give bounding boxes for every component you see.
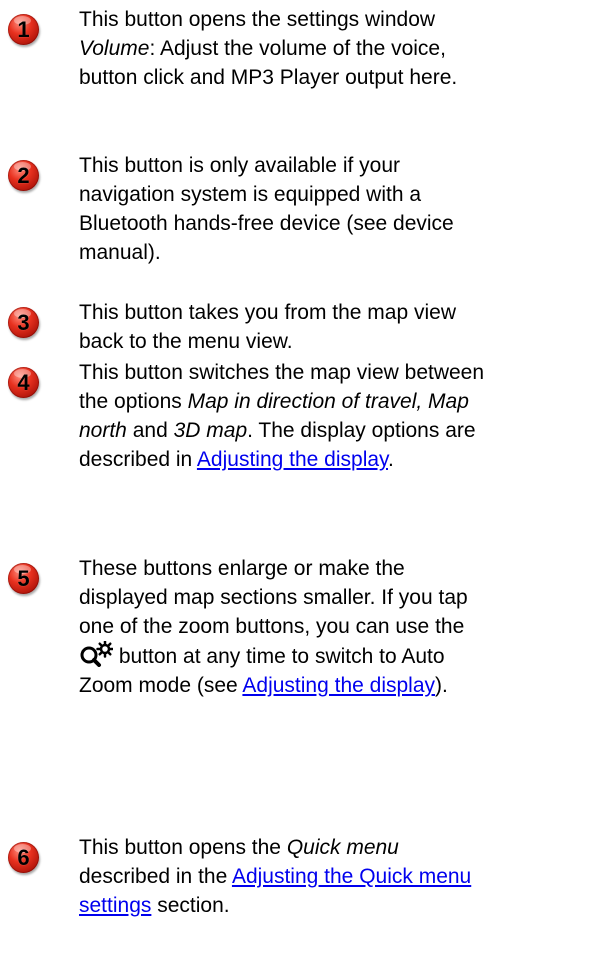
adjusting-display-link[interactable]: Adjusting the display — [242, 674, 435, 697]
item-description: This button opens the settings window Vo… — [79, 5, 587, 92]
line: back to the menu view. — [79, 330, 293, 353]
item-description: This button switches the map view betwee… — [79, 358, 587, 474]
line: Bluetooth hands-free device (see device — [79, 212, 454, 235]
line: described in the — [79, 865, 232, 888]
adjusting-quick-menu-link[interactable]: Adjusting the Quick menu — [232, 865, 471, 888]
line: . The display options are — [247, 419, 476, 442]
line: one of the zoom buttons, you can use the — [79, 615, 465, 638]
badge-number: 6 — [17, 845, 30, 870]
number-badge-icon: 6 — [8, 842, 39, 873]
adjusting-display-link[interactable]: Adjusting the display — [197, 448, 388, 471]
option-map-north: north — [79, 419, 127, 442]
line: : Adjust the volume of the voice, — [149, 37, 446, 60]
line: This button opens the — [79, 836, 287, 859]
line: navigation system is equipped with a — [79, 183, 422, 206]
badge-number: 2 — [17, 163, 30, 188]
line: These buttons enlarge or make the — [79, 557, 405, 580]
number-badge-icon: 1 — [8, 14, 39, 45]
number-badge-icon: 2 — [8, 160, 39, 191]
line: This button is only available if your — [79, 154, 400, 177]
line: Zoom mode (see — [79, 674, 243, 697]
number-badge-icon: 3 — [8, 307, 39, 338]
line: and — [126, 419, 174, 442]
badge-number: 1 — [17, 17, 30, 42]
line: button at any time to switch to Auto — [113, 645, 445, 668]
line: This button switches the map view betwee… — [79, 361, 485, 384]
line: This button takes you from the map view — [79, 301, 457, 324]
item-description: This button opens the Quick menu describ… — [79, 833, 587, 920]
line: This button opens the settings window — [79, 8, 436, 31]
item-description: This button is only available if your na… — [79, 151, 587, 267]
badge-number: 4 — [17, 370, 30, 395]
line: described in — [79, 448, 197, 471]
quick-menu-label: Quick menu — [286, 836, 399, 859]
line: section. — [151, 894, 230, 917]
number-badge-icon: 5 — [8, 563, 39, 594]
number-badge-icon: 4 — [8, 367, 39, 398]
option-3d-map: 3D map — [173, 419, 248, 442]
badge-number: 3 — [17, 310, 30, 335]
auto-zoom-icon — [80, 641, 113, 667]
adjusting-quick-menu-link-cont[interactable]: settings — [79, 894, 151, 917]
item-description: This button takes you from the map view … — [79, 298, 587, 356]
item-description: These buttons enlarge or make the displa… — [79, 554, 587, 700]
line: button click and MP3 Player output here. — [79, 66, 458, 89]
line: manual). — [79, 241, 161, 264]
line: displayed map sections smaller. If you t… — [79, 586, 468, 609]
badge-number: 5 — [17, 566, 30, 591]
line: the options — [79, 390, 188, 413]
option-map-direction: Map in direction of travel, Map — [187, 390, 469, 413]
line: . — [387, 448, 394, 471]
line: ). — [435, 674, 448, 697]
volume-label: Volume — [79, 37, 150, 60]
